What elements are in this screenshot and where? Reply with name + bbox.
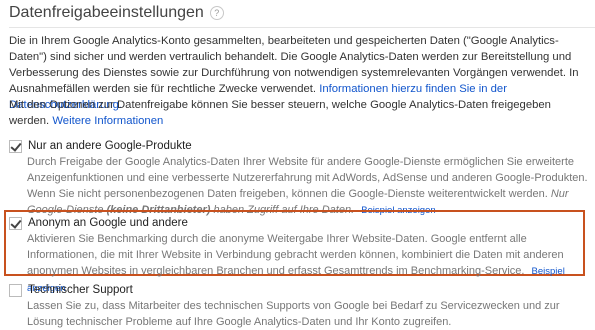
- anonymous-checkbox[interactable]: [9, 217, 22, 230]
- technical-support-checkbox[interactable]: [9, 284, 22, 297]
- help-icon[interactable]: ?: [209, 6, 224, 20]
- settings-header: Datenfreigabeeinstellungen ?: [9, 4, 224, 22]
- technical-support-description: Lassen Sie zu, dass Mitarbeiter des tech…: [27, 298, 589, 330]
- option-technical-support: Technischer Support Lassen Sie zu, dass …: [9, 283, 589, 330]
- anonymous-desc-text: Aktivieren Sie Benchmarking durch die an…: [27, 233, 564, 277]
- google-products-desc-text: Durch Freigabe der Google Analytics-Date…: [27, 156, 588, 200]
- anonymous-label[interactable]: Anonym an Google und andere: [28, 216, 188, 231]
- more-info-link[interactable]: Weitere Informationen: [52, 115, 163, 127]
- header-divider: [9, 27, 595, 28]
- google-products-label[interactable]: Nur an andere Google-Produkte: [28, 139, 192, 154]
- page-title: Datenfreigabeeinstellungen: [9, 4, 204, 21]
- options-intro-paragraph: Mit den Optionen zur Datenfreigabe könne…: [9, 97, 589, 129]
- google-products-checkbox[interactable]: [9, 140, 22, 153]
- option-google-products: Nur an andere Google-Produkte Durch Frei…: [9, 139, 589, 219]
- technical-support-desc-text: Lassen Sie zu, dass Mitarbeiter des tech…: [27, 300, 560, 328]
- technical-support-label[interactable]: Technischer Support: [28, 283, 133, 298]
